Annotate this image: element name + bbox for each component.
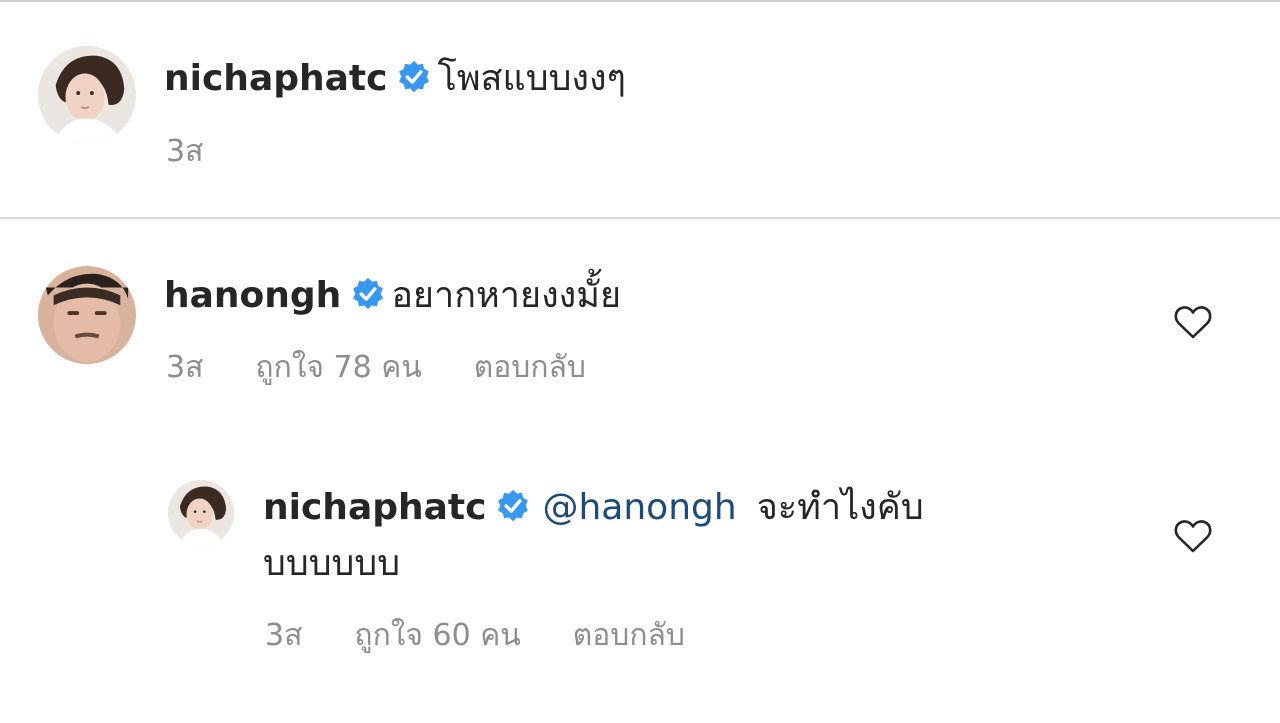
reply-mention-link[interactable]: @hanongh: [542, 487, 736, 528]
verified-badge-icon: [397, 60, 431, 94]
reply-likes[interactable]: ถูกใจ 60 คน: [354, 616, 520, 656]
reply-line-1: nichaphatc @hanongh จะทำไงคับ: [263, 485, 924, 531]
caption-line: nichaphatc โพสแบบงงๆ: [164, 56, 626, 102]
caption-divider: [0, 217, 1280, 219]
avatar-nichaphatc-reply[interactable]: [168, 480, 234, 546]
caption-time: 3ส: [166, 134, 204, 169]
comment-reply-button[interactable]: ตอบกลับ: [474, 348, 586, 388]
comment-text: อยากหายงงมั้ย: [391, 275, 622, 316]
verified-badge-icon: [351, 277, 385, 311]
comment-likes[interactable]: ถูกใจ 78 คน: [255, 348, 421, 388]
caption-text: โพสแบบงงๆ: [437, 58, 626, 99]
verified-badge-icon: [496, 489, 530, 523]
comment-line: hanongh อยากหายงงมั้ย: [164, 273, 621, 319]
reply-reply-button[interactable]: ตอบกลับ: [573, 616, 685, 656]
heart-outline-icon[interactable]: [1173, 518, 1213, 554]
comment-meta: 3ส ถูกใจ 78 คน ตอบกลับ: [166, 348, 586, 388]
caption-username[interactable]: nichaphatc: [164, 58, 387, 99]
caption-meta: 3ส: [166, 132, 203, 172]
reply-line-2: บบบบบบ: [263, 541, 400, 587]
top-divider: [0, 0, 1280, 2]
comments-screen: nichaphatc โพสแบบงงๆ 3ส hanongh อยากหายง…: [0, 0, 1280, 723]
heart-outline-icon[interactable]: [1173, 304, 1213, 340]
reply-text-1: จะทำไงคับ: [756, 487, 924, 528]
comment-username[interactable]: hanongh: [164, 275, 341, 316]
reply-text-2: บบบบบบ: [263, 543, 401, 584]
avatar-nichaphatc[interactable]: [38, 46, 136, 144]
reply-time: 3ส: [265, 618, 303, 653]
reply-meta: 3ส ถูกใจ 60 คน ตอบกลับ: [265, 616, 685, 656]
avatar-hanongh[interactable]: [38, 266, 136, 364]
reply-username[interactable]: nichaphatc: [263, 487, 486, 528]
comment-time: 3ส: [166, 350, 204, 385]
